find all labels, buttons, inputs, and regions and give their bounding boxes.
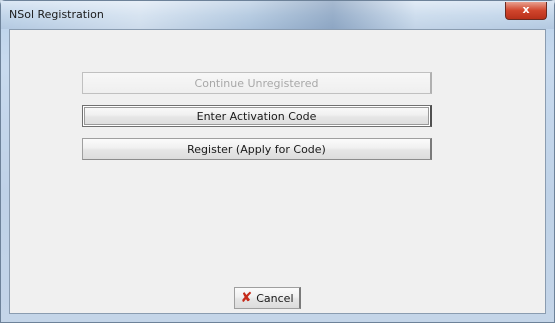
window-title: NSol Registration <box>9 8 104 21</box>
dialog-body: Continue Unregistered Enter Activation C… <box>9 29 546 314</box>
red-x-icon: ✘ <box>240 290 253 306</box>
title-bar[interactable]: NSol Registration x <box>1 1 554 29</box>
continue-unregistered-button[interactable]: Continue Unregistered <box>82 72 432 94</box>
registration-window: NSol Registration x Continue Unregistere… <box>0 0 555 323</box>
close-button[interactable]: x <box>505 2 547 20</box>
close-icon: x <box>522 3 530 16</box>
enter-activation-code-button[interactable]: Enter Activation Code <box>82 105 432 127</box>
register-apply-button[interactable]: Register (Apply for Code) <box>82 138 432 160</box>
cancel-label: Cancel <box>256 291 294 305</box>
cancel-button[interactable]: ✘ Cancel <box>234 287 301 309</box>
